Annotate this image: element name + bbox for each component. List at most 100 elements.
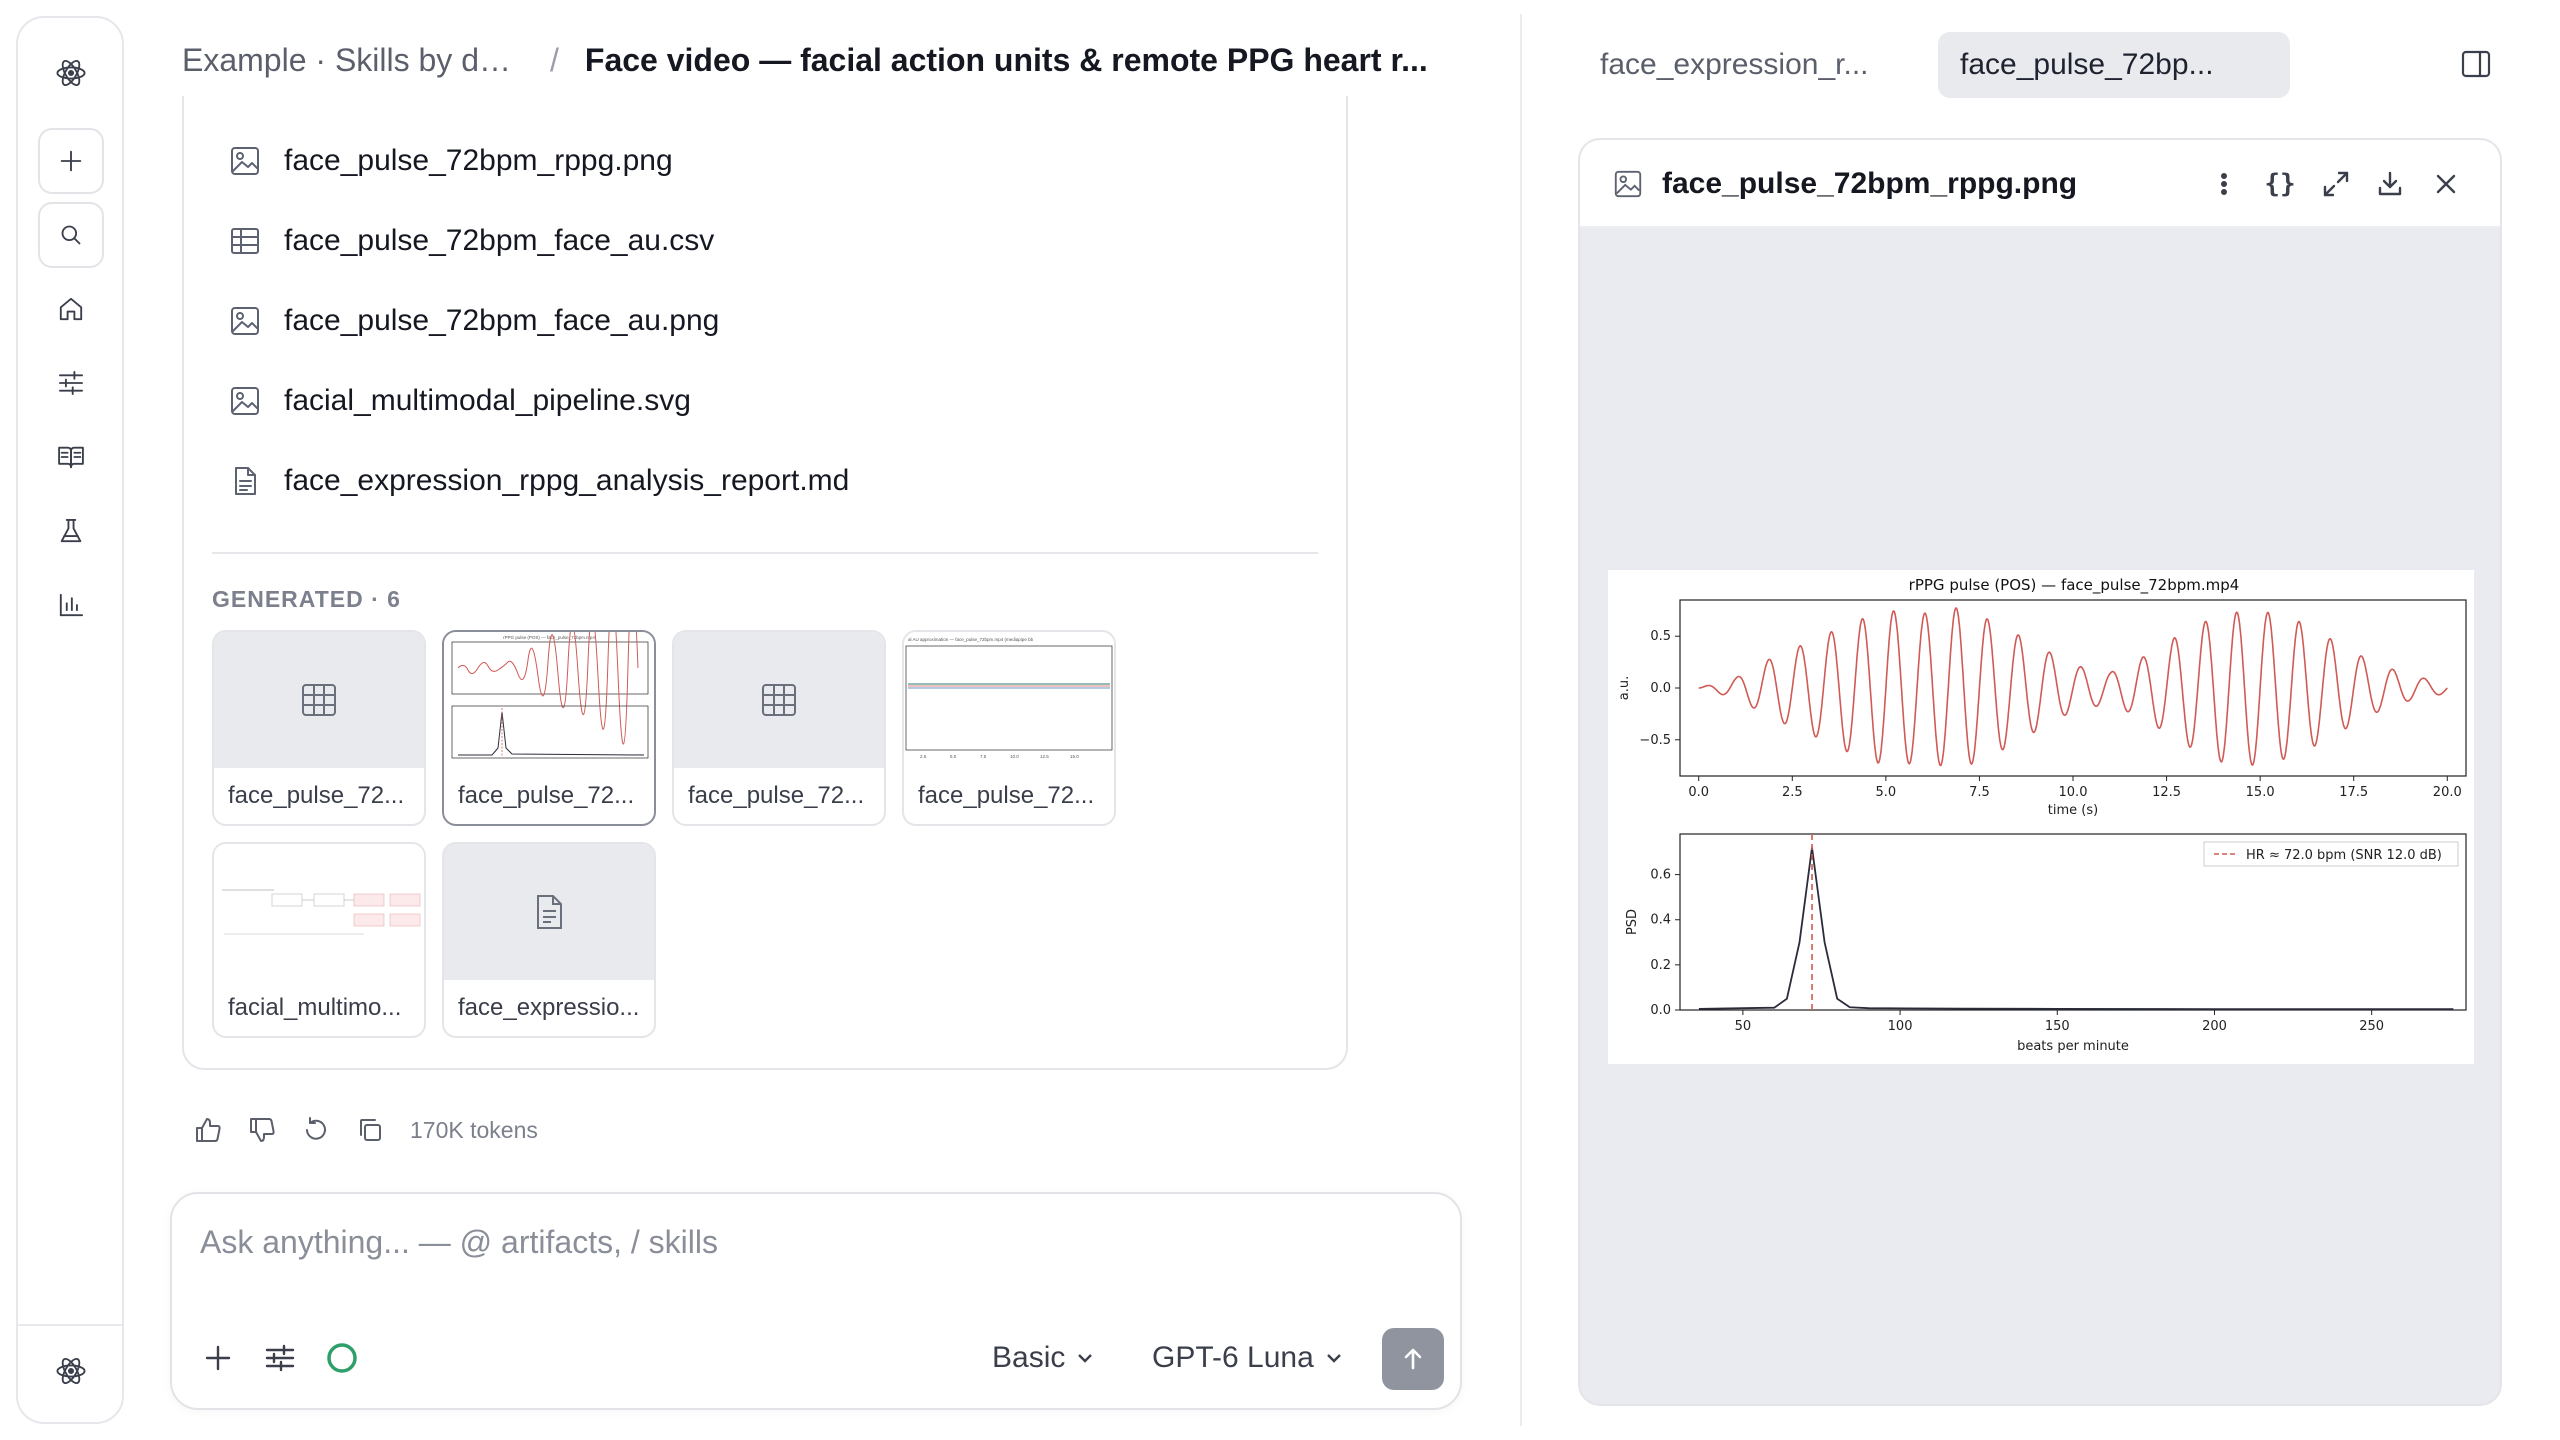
svg-text:12.5: 12.5 [1040, 754, 1049, 759]
braces-icon: {} [2264, 169, 2296, 199]
thumbs-up-button[interactable] [190, 1112, 226, 1148]
page-title[interactable]: Face video — facial action units & remot… [585, 42, 1455, 79]
close-icon [2436, 174, 2456, 194]
file-name: face_expression_rppg_analysis_report.md [284, 464, 850, 497]
settings-sliders-button[interactable] [38, 350, 104, 416]
home-button[interactable] [38, 276, 104, 342]
tools-button[interactable] [260, 1338, 300, 1378]
plus-icon [60, 150, 82, 172]
artifact-tile[interactable]: facial_multimo... [212, 842, 426, 1038]
x-tick-label: 100 [1888, 1019, 1913, 1034]
artifact-tile[interactable]: face_pulse_72... [212, 630, 426, 826]
more-options-button[interactable] [2204, 164, 2244, 204]
expand-button[interactable] [2316, 164, 2356, 204]
new-chat-button[interactable] [38, 128, 104, 194]
x-tick-label: 10.0 [2059, 785, 2088, 800]
search-button[interactable] [38, 202, 104, 268]
model-select-value: GPT-6 Luna [1152, 1341, 1314, 1374]
x-axis-label-time: time (s) [2048, 803, 2098, 818]
tile-name: facial_multimo... [228, 994, 402, 1021]
document-icon [235, 467, 256, 495]
model-select[interactable]: GPT-6 Luna [1152, 1338, 1344, 1378]
y-tick-label: 0.0 [1650, 681, 1671, 696]
panel-divider [1520, 14, 1522, 1426]
x-tick-label: 7.5 [1969, 785, 1990, 800]
thumbs-down-button[interactable] [244, 1112, 280, 1148]
attach-button[interactable] [198, 1338, 238, 1378]
artifact-tile[interactable]: face_pulse_72... [672, 630, 886, 826]
thumbs-up-icon [196, 1118, 221, 1142]
thumbs-down-icon [250, 1118, 275, 1142]
tab-face-expression[interactable]: face_expression_r... [1578, 32, 1898, 98]
sidebar-toggle-icon [2461, 50, 2491, 78]
tab-face-pulse[interactable]: face_pulse_72bp... [1938, 32, 2290, 98]
plus-icon [205, 1345, 231, 1371]
file-name: face_pulse_72bpm_face_au.csv [284, 224, 715, 257]
tile-name: face_expressio... [458, 994, 640, 1021]
viewer-title: face_pulse_72bpm_rppg.png [1612, 164, 2077, 204]
artifact-tile[interactable]: face_expressio... [442, 842, 656, 1038]
artifact-viewer: face_pulse_72bpm_rppg.png {} rPPG pulse … [1578, 138, 2502, 1406]
sliders-icon [59, 371, 83, 395]
more-vertical-icon [2220, 172, 2227, 196]
legend-label: HR ≈ 72.0 bpm (SNR 12.0 dB) [2246, 848, 2442, 863]
file-link[interactable]: face_pulse_72bpm_rppg.png [228, 136, 673, 186]
y-tick-label: 0.4 [1650, 913, 1671, 928]
send-button[interactable] [1382, 1328, 1444, 1390]
x-tick-label: 250 [2359, 1019, 2384, 1034]
logo-icon[interactable] [38, 40, 104, 106]
mode-select[interactable]: Basic [992, 1338, 1095, 1378]
chat-input[interactable]: Ask anything... — @ artifacts, / skills [200, 1224, 718, 1261]
artifact-tile-selected[interactable]: rPPG pulse (POS) — face_pulse_72bpm.mp4 … [442, 630, 656, 826]
breadcrumb: Example · Skills by do... / Face video —… [182, 40, 1455, 80]
y-axis-label-psd: PSD [1625, 909, 1640, 935]
file-link[interactable]: face_pulse_72bpm_face_au.png [228, 296, 719, 346]
account-logo-icon[interactable] [38, 1338, 104, 1404]
y-tick-label: 0.0 [1650, 1003, 1671, 1018]
analytics-button[interactable] [38, 572, 104, 638]
chart-title: rPPG pulse (POS) — face_pulse_72bpm.mp4 [1909, 576, 2240, 595]
copy-icon [360, 1119, 381, 1141]
left-rail [16, 16, 124, 1424]
download-icon [2378, 171, 2402, 196]
y-axis-label-au: a.u. [1617, 676, 1632, 700]
sliders-icon [265, 1344, 295, 1372]
toggle-panel-button[interactable] [2454, 42, 2498, 86]
tab-label: face_expression_r... [1600, 48, 1869, 81]
image-icon [231, 307, 259, 335]
svg-text:rPPG pulse (POS) — face_pulse_: rPPG pulse (POS) — face_pulse_72bpm.mp4 [503, 635, 595, 640]
rail-divider [18, 1324, 122, 1326]
artifact-tile[interactable]: al AU approximation — face_pulse_72bpm.m… [902, 630, 1116, 826]
lab-button[interactable] [38, 498, 104, 564]
svg-text:15.0: 15.0 [1070, 754, 1079, 759]
breadcrumb-parent[interactable]: Example · Skills by do... [182, 42, 522, 79]
arrow-up-icon [1404, 1348, 1422, 1370]
svg-text:10.0: 10.0 [1010, 754, 1019, 759]
svg-text:2.5: 2.5 [920, 754, 927, 759]
tile-thumbnail [214, 632, 424, 768]
message-card: face_pulse_72bpm_rppg.png face_pulse_72b… [182, 96, 1348, 1070]
file-link[interactable]: face_expression_rppg_analysis_report.md [228, 456, 849, 506]
y-tick-label: 0.6 [1650, 868, 1671, 883]
bar-chart-icon [59, 593, 83, 617]
diagram-thumbnail [214, 844, 424, 980]
view-source-button[interactable]: {} [2260, 164, 2300, 204]
viewer-title-text: face_pulse_72bpm_rppg.png [1662, 167, 2078, 200]
image-icon [231, 147, 259, 175]
document-icon [537, 895, 562, 929]
x-tick-label: 50 [1735, 1019, 1752, 1034]
close-viewer-button[interactable] [2426, 164, 2466, 204]
x-tick-label: 5.0 [1876, 785, 1897, 800]
chevron-down-icon [1326, 1354, 1341, 1363]
file-link[interactable]: face_pulse_72bpm_face_au.csv [228, 216, 714, 266]
regenerate-button[interactable] [298, 1112, 334, 1148]
file-link[interactable]: facial_multimodal_pipeline.svg [228, 376, 691, 426]
library-button[interactable] [38, 424, 104, 490]
status-indicator[interactable] [322, 1338, 362, 1378]
download-button[interactable] [2370, 164, 2410, 204]
rppg-figure: rPPG pulse (POS) — face_pulse_72bpm.mp4 … [1608, 570, 2474, 1064]
home-icon [59, 297, 83, 321]
file-name: face_pulse_72bpm_rppg.png [284, 144, 673, 177]
copy-button[interactable] [352, 1112, 388, 1148]
pulse-series-line [1698, 606, 2448, 767]
